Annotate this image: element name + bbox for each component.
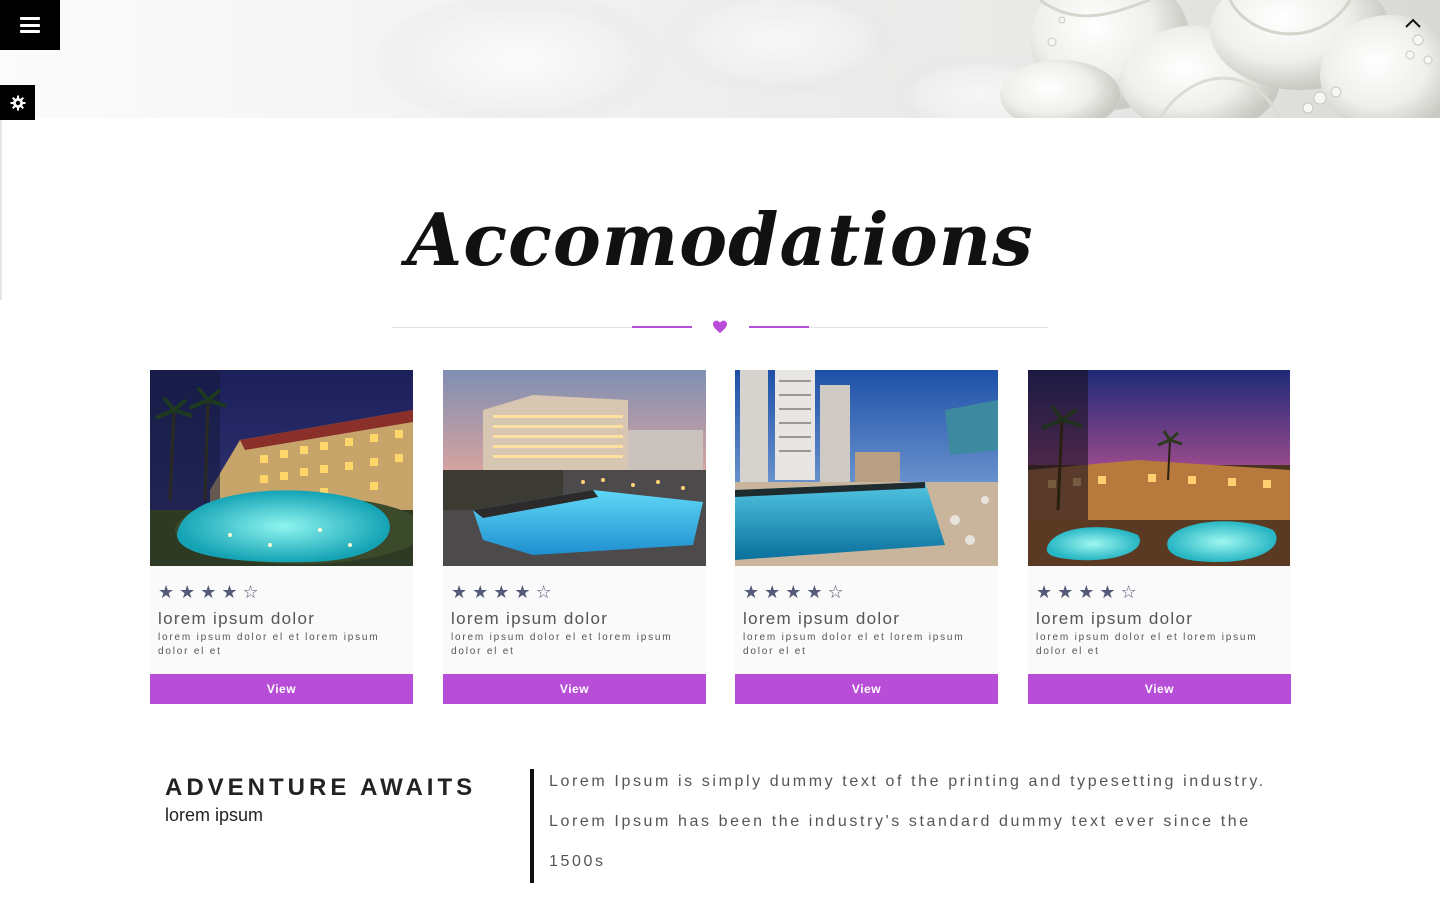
accommodation-card: ★★★★☆ lorem ipsum dolor lorem ipsum dolo… bbox=[150, 370, 413, 704]
card-description: lorem ipsum dolor el et lorem ipsum dolo… bbox=[743, 632, 965, 657]
adventure-text: Lorem Ipsum is simply dummy text of the … bbox=[549, 773, 1266, 870]
chevron-up-icon bbox=[1405, 18, 1421, 28]
vertical-divider bbox=[530, 769, 534, 883]
gear-icon bbox=[10, 95, 25, 110]
accommodation-cards: ★★★★☆ lorem ipsum dolor lorem ipsum dolo… bbox=[150, 370, 1291, 704]
accommodation-photo bbox=[150, 370, 413, 566]
card-title: lorem ipsum dolor bbox=[743, 609, 901, 628]
scroll-top-button[interactable] bbox=[1402, 12, 1424, 34]
hero-background-image bbox=[370, 0, 1440, 118]
accommodation-photo bbox=[735, 370, 998, 566]
heart-icon bbox=[713, 320, 727, 333]
accommodation-card: ★★★★☆ lorem ipsum dolor lorem ipsum dolo… bbox=[443, 370, 706, 704]
hero-banner bbox=[0, 0, 1440, 118]
menu-button[interactable] bbox=[0, 0, 60, 50]
card-description: lorem ipsum dolor el et lorem ipsum dolo… bbox=[158, 632, 380, 657]
card-title: lorem ipsum dolor bbox=[451, 609, 609, 628]
card-description: lorem ipsum dolor el et lorem ipsum dolo… bbox=[1036, 632, 1258, 657]
card-title: lorem ipsum dolor bbox=[1036, 609, 1194, 628]
rating-stars: ★★★★☆ bbox=[158, 582, 264, 603]
accommodation-photo bbox=[1028, 370, 1291, 566]
accommodation-card: ★★★★☆ lorem ipsum dolor lorem ipsum dolo… bbox=[1028, 370, 1291, 704]
rating-stars: ★★★★☆ bbox=[1036, 582, 1142, 603]
view-button[interactable]: View bbox=[1028, 674, 1291, 704]
accommodation-card: ★★★★☆ lorem ipsum dolor lorem ipsum dolo… bbox=[735, 370, 998, 704]
view-button[interactable]: View bbox=[735, 674, 998, 704]
rating-stars: ★★★★☆ bbox=[743, 582, 849, 603]
accommodation-photo bbox=[443, 370, 706, 566]
card-title: lorem ipsum dolor bbox=[158, 609, 316, 628]
rating-stars: ★★★★☆ bbox=[451, 582, 557, 603]
adventure-subtitle: lorem ipsum bbox=[165, 805, 264, 825]
section-divider bbox=[392, 317, 1048, 337]
view-button[interactable]: View bbox=[443, 674, 706, 704]
view-button[interactable]: View bbox=[150, 674, 413, 704]
adventure-title: ADVENTURE AWAITS bbox=[165, 774, 477, 801]
card-description: lorem ipsum dolor el et lorem ipsum dolo… bbox=[451, 632, 673, 657]
settings-button[interactable] bbox=[0, 85, 35, 120]
section-title: Accomodations bbox=[406, 197, 1034, 282]
hamburger-icon bbox=[20, 17, 40, 33]
